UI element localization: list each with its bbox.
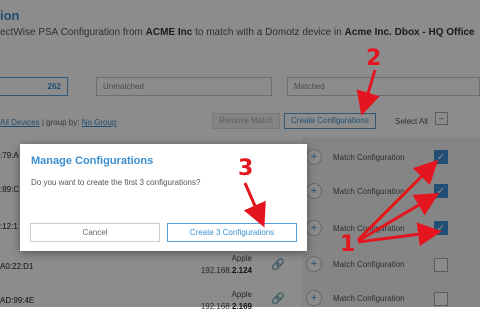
- arrow-step2: [356, 69, 380, 116]
- arrow-step3: [243, 182, 266, 228]
- annotation-arrows: [243, 69, 442, 247]
- annotation-step-3: 3: [238, 156, 254, 181]
- annotation-step-2: 2: [366, 46, 382, 71]
- annotation-step-1: 1: [340, 232, 356, 257]
